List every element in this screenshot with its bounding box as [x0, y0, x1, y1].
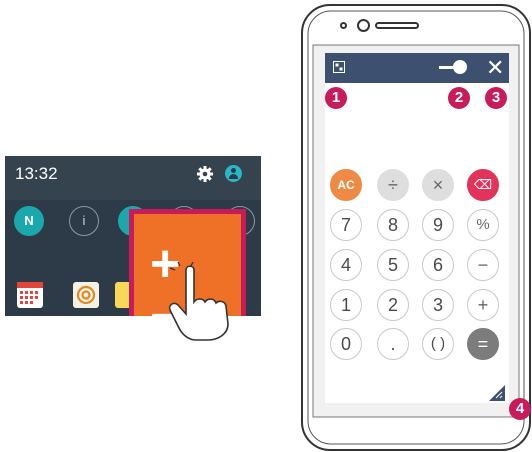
- key-3[interactable]: 3: [422, 289, 454, 321]
- expand-icon[interactable]: [333, 61, 345, 73]
- key-minus[interactable]: −: [467, 249, 499, 281]
- key-equals[interactable]: =: [467, 328, 499, 360]
- key-decimal[interactable]: .: [377, 328, 409, 360]
- transparency-slider-knob[interactable]: [453, 60, 467, 74]
- close-icon[interactable]: ✕: [486, 57, 504, 79]
- sensor-icon: [340, 22, 347, 29]
- key-1[interactable]: 1: [330, 289, 362, 321]
- key-8[interactable]: 8: [377, 209, 409, 241]
- key-multiply[interactable]: ×: [422, 169, 454, 201]
- key-percent[interactable]: %: [467, 209, 499, 241]
- callout-3: 3: [485, 87, 507, 109]
- resize-handle-icon[interactable]: [488, 384, 506, 402]
- key-4[interactable]: 4: [330, 249, 362, 281]
- callout-2: 2: [448, 87, 470, 109]
- earpiece-speaker: [375, 22, 419, 29]
- key-clear[interactable]: AC: [330, 169, 362, 201]
- backspace-icon[interactable]: ⌫: [467, 169, 499, 201]
- key-5[interactable]: 5: [377, 249, 409, 281]
- callout-1: 1: [325, 87, 347, 109]
- key-plus[interactable]: +: [467, 289, 499, 321]
- qslide-titlebar[interactable]: [325, 53, 509, 83]
- key-7[interactable]: 7: [330, 209, 362, 241]
- key-divide[interactable]: ÷: [377, 169, 409, 201]
- key-0[interactable]: 0: [330, 328, 362, 360]
- front-camera-icon: [357, 19, 370, 32]
- key-2[interactable]: 2: [377, 289, 409, 321]
- callout-4: 4: [509, 398, 531, 420]
- key-9[interactable]: 9: [422, 209, 454, 241]
- key-6[interactable]: 6: [422, 249, 454, 281]
- key-parentheses[interactable]: ( ): [422, 328, 454, 360]
